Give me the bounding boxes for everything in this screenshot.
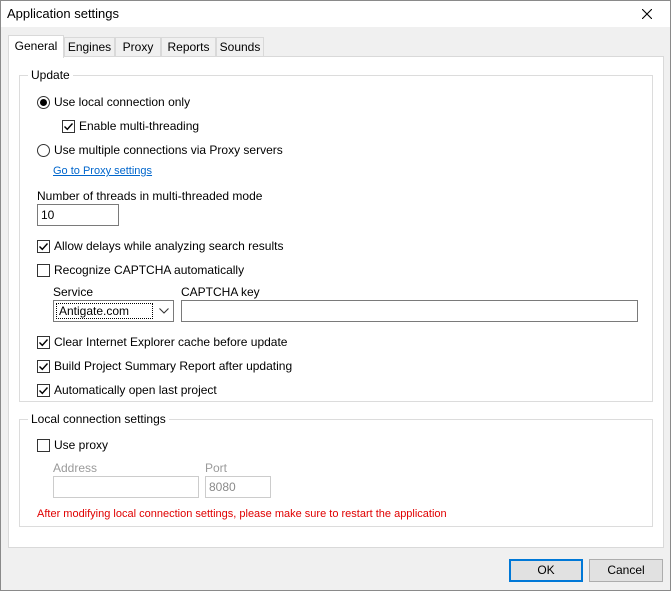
use-proxy-servers-label: Use multiple connections via Proxy serve… <box>54 143 283 157</box>
service-label: Service <box>53 285 94 299</box>
use-proxy-servers-radio[interactable]: Use multiple connections via Proxy serve… <box>37 142 283 158</box>
checkbox-indicator <box>37 383 50 397</box>
proxy-settings-link[interactable]: Go to Proxy settings <box>53 165 152 177</box>
multithreading-checkbox[interactable]: Enable multi-threading <box>62 118 199 134</box>
close-button[interactable] <box>624 1 670 27</box>
title-bar: Application settings <box>1 1 670 27</box>
update-group: Update Use local connection only Enable … <box>19 68 653 402</box>
radio-indicator <box>37 143 50 157</box>
allow-delays-label: Allow delays while analyzing search resu… <box>54 239 284 253</box>
service-selected-value: Antigate.com <box>56 303 153 319</box>
threads-input[interactable]: 10 <box>37 204 119 226</box>
tab-general[interactable]: General <box>8 35 64 58</box>
captcha-checkbox[interactable]: Recognize CAPTCHA automatically <box>37 262 244 278</box>
update-group-title: Update <box>28 68 73 82</box>
captcha-key-label: CAPTCHA key <box>181 285 260 299</box>
checkbox-indicator <box>37 438 50 452</box>
threads-label: Number of threads in multi-threaded mode <box>37 189 263 203</box>
service-select[interactable]: Antigate.com <box>53 300 174 322</box>
use-local-radio[interactable]: Use local connection only <box>37 94 190 110</box>
use-local-label: Use local connection only <box>54 95 191 109</box>
general-tab-panel: Update Use local connection only Enable … <box>8 56 664 548</box>
build-report-label: Build Project Summary Report after updat… <box>54 359 293 373</box>
open-last-checkbox[interactable]: Automatically open last project <box>37 382 217 398</box>
allow-delays-checkbox[interactable]: Allow delays while analyzing search resu… <box>37 238 283 254</box>
tab-reports[interactable]: Reports <box>161 37 216 56</box>
address-label: Address <box>53 461 98 475</box>
local-connection-group: Local connection settings Use proxy Addr… <box>19 412 653 527</box>
checkbox-indicator <box>37 335 50 349</box>
cancel-button[interactable]: Cancel <box>589 559 663 582</box>
use-proxy-label: Use proxy <box>54 438 109 452</box>
tab-proxy[interactable]: Proxy <box>115 37 161 56</box>
multithreading-label: Enable multi-threading <box>79 119 200 133</box>
checkbox-indicator <box>37 239 50 253</box>
captcha-label: Recognize CAPTCHA automatically <box>54 263 245 277</box>
tab-engines[interactable]: Engines <box>64 37 115 56</box>
chevron-down-icon <box>155 301 173 321</box>
radio-indicator <box>37 95 50 109</box>
clear-cache-label: Clear Internet Explorer cache before upd… <box>54 335 288 349</box>
local-connection-group-title: Local connection settings <box>28 412 169 426</box>
ok-button[interactable]: OK <box>509 559 583 582</box>
checkmark-icon <box>39 338 49 346</box>
tab-sounds[interactable]: Sounds <box>216 37 264 56</box>
checkbox-indicator <box>37 359 50 373</box>
checkbox-indicator <box>37 263 50 277</box>
checkmark-icon <box>64 122 74 130</box>
open-last-label: Automatically open last project <box>54 383 217 397</box>
window-title: Application settings <box>7 6 120 21</box>
build-report-checkbox[interactable]: Build Project Summary Report after updat… <box>37 358 292 374</box>
checkmark-icon <box>39 242 49 250</box>
port-label: Port <box>205 461 228 475</box>
captcha-key-input[interactable] <box>181 300 638 322</box>
clear-cache-checkbox[interactable]: Clear Internet Explorer cache before upd… <box>37 334 287 350</box>
port-input[interactable]: 8080 <box>205 476 271 498</box>
restart-warning: After modifying local connection setting… <box>37 508 447 520</box>
settings-window: Application settings General Engines Pro… <box>0 0 671 591</box>
checkbox-indicator <box>62 119 75 133</box>
checkmark-icon <box>39 386 49 394</box>
checkmark-icon <box>39 362 49 370</box>
address-input[interactable] <box>53 476 199 498</box>
use-proxy-checkbox[interactable]: Use proxy <box>37 437 108 453</box>
close-icon <box>642 9 652 19</box>
